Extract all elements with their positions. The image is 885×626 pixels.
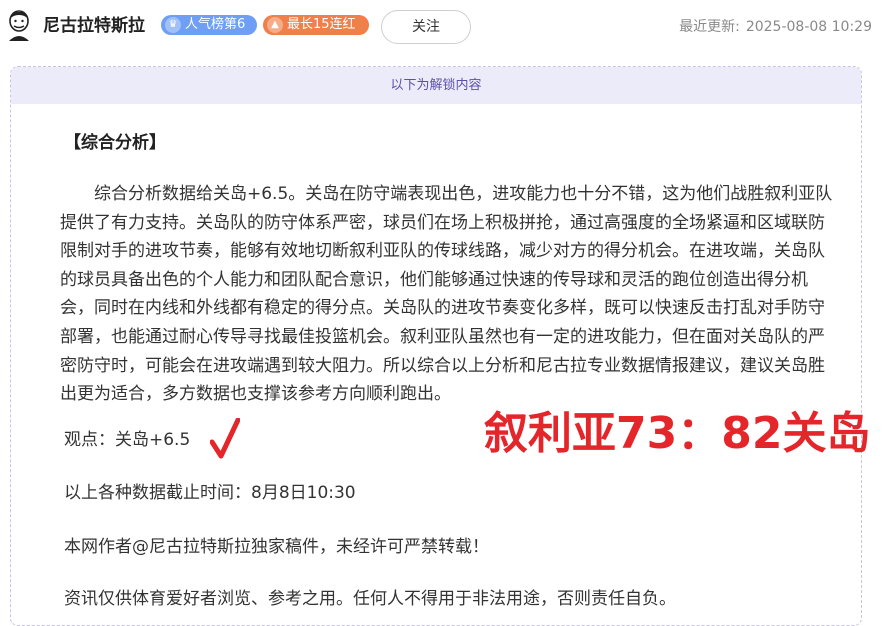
copyright-notice: 本网作者@尼古拉特斯拉独家稿件，未经许可严禁转载！	[64, 537, 489, 557]
flame-icon: ▲	[267, 17, 283, 33]
streak-badge-label: 最长15连红	[287, 17, 356, 32]
section-title: 【综合分析】	[64, 133, 166, 153]
author-avatar[interactable]	[5, 10, 33, 42]
analysis-paragraph: 综合分析数据给关岛+6.5。关岛在防守端表现出色，进攻能力也十分不错，这为他们战…	[60, 184, 833, 405]
author-name[interactable]: 尼古拉特斯拉	[43, 14, 145, 38]
disclaimer: 资讯仅供体育爱好者浏览、参考之用。任何人不得用于非法用途，否则责任自负。	[64, 589, 676, 609]
data-cutoff-time: 以上各种数据截止时间：8月8日10:30	[64, 483, 356, 503]
unlock-banner: 以下为解锁内容	[11, 67, 861, 104]
last-updated: 最近更新: 2025-08-08 10:29	[679, 17, 872, 37]
updated-label: 最近更新:	[679, 19, 740, 35]
streak-badge: ▲ 最长15连红	[263, 15, 369, 35]
updated-timestamp: 2025-08-08 10:29	[745, 19, 872, 35]
follow-button[interactable]: 关注	[381, 10, 471, 44]
final-score-overlay: 叙利亚73：82关岛	[484, 408, 871, 459]
viewpoint: 观点：关岛+6.5	[64, 430, 191, 450]
author-header: 尼古拉特斯拉 ♛ 人气榜第6 ▲ 最长15连红 关注 最近更新: 2025-08-…	[0, 0, 885, 56]
rank-badge: ♛ 人气榜第6	[161, 15, 257, 35]
rank-badge-label: 人气榜第6	[185, 17, 246, 32]
check-mark-icon	[210, 418, 240, 459]
crown-icon: ♛	[165, 17, 181, 33]
